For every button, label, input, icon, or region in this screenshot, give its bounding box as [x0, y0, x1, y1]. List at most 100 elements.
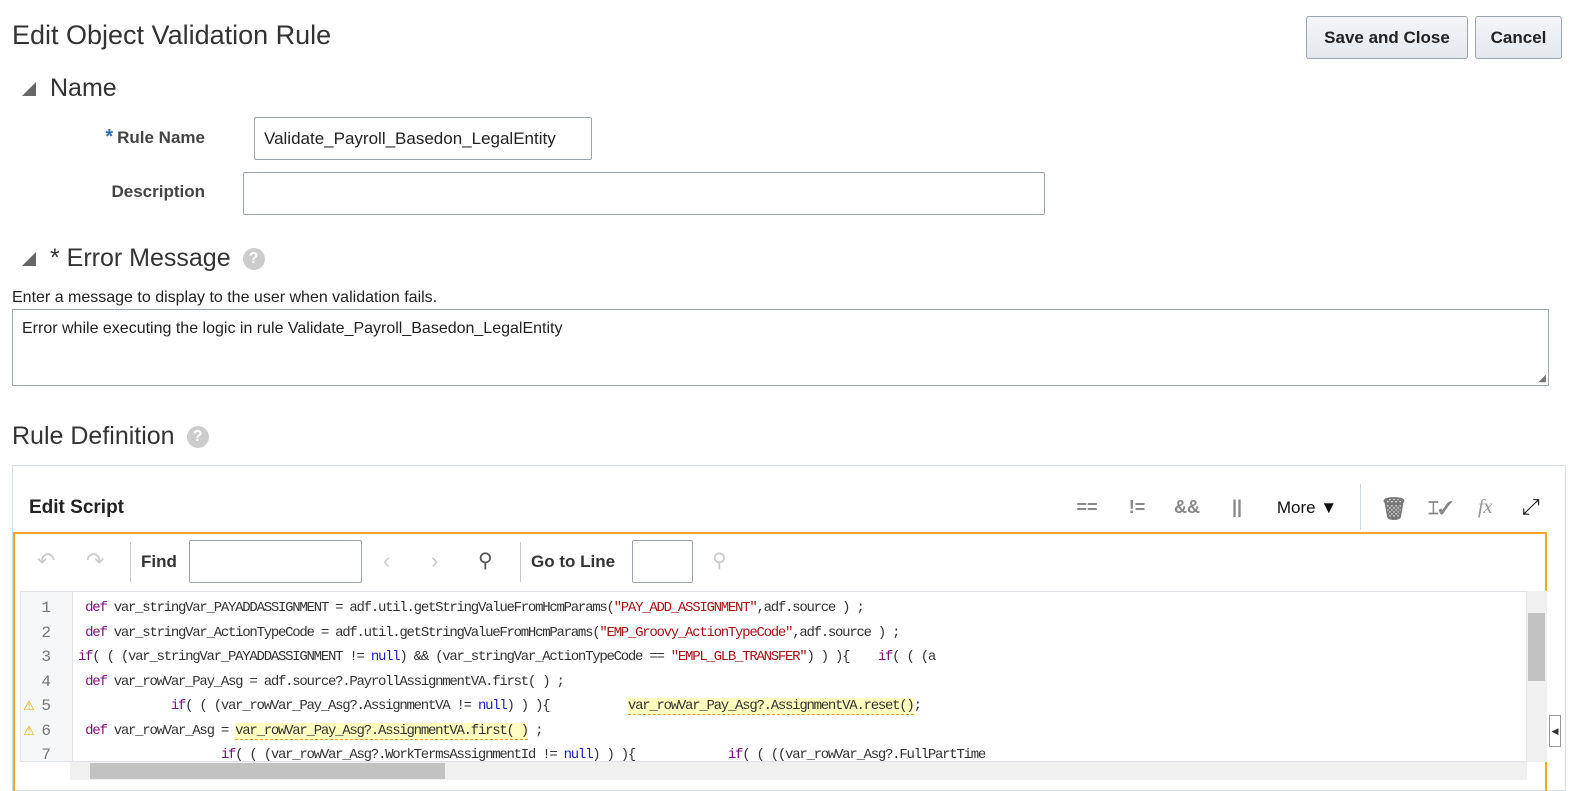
code-text: def var_rowVar_Pay_Asg = adf.source?.Pay…	[78, 673, 565, 690]
code-line: 3 if( ( (var_stringVar_PAYADDASSIGNMENT !…	[21, 645, 936, 669]
code-token: var_rowVar_Pay_Asg = adf.source?.Payroll…	[106, 673, 565, 690]
line-number: 3	[41, 648, 51, 666]
label-text: Rule Name	[117, 128, 205, 147]
scrollbar-thumb[interactable]	[90, 763, 445, 779]
code-text: def var_rowVar_Asg = var_rowVar_Pay_Asg?…	[78, 722, 544, 740]
rule-definition-header: Rule Definition?	[12, 422, 209, 451]
code-token: ;	[527, 722, 543, 739]
warning-highlight: var_rowVar_Pay_Asg?.AssignmentVA.reset()	[627, 698, 915, 715]
code-line: ⚠ 6 def var_rowVar_Asg = var_rowVar_Pay_A…	[21, 719, 544, 743]
code-token: var_stringVar_PAYADDASSIGNMENT = adf.uti…	[106, 600, 615, 616]
section-title: Name	[50, 74, 117, 102]
collapse-icon[interactable]	[22, 81, 36, 96]
find-previous-icon[interactable]: ‹	[383, 548, 390, 574]
code-token: if	[727, 747, 744, 762]
error-message-text: Error while executing the logic in rule …	[22, 320, 563, 337]
line-number: 6	[41, 721, 51, 740]
collapse-icon[interactable]	[22, 251, 36, 266]
warning-icon: ⚠	[23, 698, 35, 713]
code-token: def	[85, 722, 108, 739]
code-token: var_rowVar_Asg =	[106, 722, 236, 739]
horizontal-scrollbar[interactable]	[70, 762, 1527, 780]
code-line: 2 def var_stringVar_ActionTypeCode = adf…	[21, 621, 900, 645]
code-token: ) ) ){	[592, 747, 728, 762]
code-token: ( ( (var_rowVar_Asg?.WorkTermsAssignment…	[235, 747, 564, 762]
code-token: "EMP_Groovy_ActionTypeCode"	[599, 624, 793, 641]
line-number: 5	[41, 697, 51, 715]
edit-script-title: Edit Script	[29, 497, 125, 518]
code-token: ;	[913, 698, 922, 714]
code-token: if	[78, 649, 94, 665]
code-token: if	[170, 698, 187, 714]
toolbar-divider	[520, 542, 521, 582]
find-next-icon[interactable]: ›	[431, 548, 438, 574]
vertical-scrollbar[interactable]	[1527, 591, 1547, 762]
find-input[interactable]	[189, 540, 362, 583]
delete-icon[interactable]: 🗑	[1380, 496, 1408, 522]
code-token: def	[85, 600, 108, 616]
error-message-section-header[interactable]: * Error Message?	[22, 244, 265, 273]
or-operator-button[interactable]: ||	[1212, 497, 1262, 518]
code-token: ( ( ((var_rowVar_Asg?.FullPartTime	[742, 747, 986, 762]
code-text: def var_stringVar_PAYADDASSIGNMENT = adf…	[78, 600, 865, 616]
line-number: 1	[41, 599, 51, 617]
function-icon[interactable]: fx	[1478, 496, 1492, 519]
line-number: 7	[41, 746, 51, 762]
cancel-button[interactable]: Cancel	[1475, 16, 1562, 59]
code-line: 4 def var_rowVar_Pay_Asg = adf.source?.P…	[21, 670, 565, 694]
code-text: def var_stringVar_ActionTypeCode = adf.u…	[78, 624, 900, 641]
code-token: var_stringVar_ActionTypeCode = adf.util.…	[106, 624, 601, 641]
rule-name-input[interactable]: Validate_Payroll_Basedon_LegalEntity	[254, 117, 592, 160]
code-text: if( ( (var_rowVar_Pay_Asg?.AssignmentVA …	[78, 698, 922, 715]
more-menu-button[interactable]: More ▼	[1262, 498, 1352, 518]
section-title: * Error Message	[50, 244, 231, 272]
expand-icon[interactable]: ⤢	[1522, 494, 1540, 520]
code-token: "EMPL_GLB_TRANSFER"	[670, 649, 808, 665]
error-instruction: Enter a message to display to the user w…	[12, 289, 438, 306]
line-number: 4	[41, 672, 51, 691]
warning-highlight: var_rowVar_Pay_Asg?.AssignmentVA.first( …	[235, 722, 529, 740]
name-section-header[interactable]: Name	[22, 74, 117, 103]
redo-icon[interactable]: ↷	[86, 548, 104, 574]
scrollbar-thumb[interactable]	[1528, 613, 1545, 681]
code-token: if	[220, 747, 237, 762]
not-equals-operator-button[interactable]: !=	[1112, 497, 1162, 518]
code-token: ( ( (a	[892, 649, 936, 665]
validate-icon[interactable]: ⌶✓	[1428, 498, 1452, 519]
code-token: ,adf.source ) ;	[792, 624, 900, 641]
code-token: if	[877, 649, 894, 665]
help-icon[interactable]: ?	[186, 425, 209, 448]
code-token: ( ( (var_rowVar_Pay_Asg?.AssignmentVA !=	[185, 698, 478, 714]
warning-icon: ⚠	[23, 722, 35, 738]
code-area[interactable]: 1 def var_stringVar_PAYADDASSIGNMENT = a…	[20, 591, 1527, 762]
go-to-line-input[interactable]	[632, 540, 693, 583]
undo-icon[interactable]: ↶	[37, 548, 55, 574]
code-token: ) && (var_stringVar_ActionTypeCode ==	[399, 649, 671, 665]
description-input[interactable]	[243, 172, 1045, 215]
search-icon[interactable]: ⚲	[478, 548, 493, 573]
toolbar-divider	[1360, 484, 1361, 530]
required-mark: *	[105, 126, 114, 148]
section-title: Rule Definition	[12, 422, 175, 450]
go-to-line-label: Go to Line	[531, 552, 616, 571]
code-token: def	[85, 673, 108, 690]
code-text: if( ( (var_stringVar_PAYADDASSIGNMENT !=…	[78, 649, 936, 665]
code-token: ,adf.source ) ;	[756, 600, 864, 616]
code-line: 7 if( ( (var_rowVar_Asg?.WorkTermsAssign…	[21, 743, 986, 762]
save-and-close-button[interactable]: Save and Close	[1306, 16, 1468, 59]
description-label: Description	[111, 182, 205, 201]
code-line: ⚠ 5 if( ( (var_rowVar_Pay_Asg?.Assignment…	[21, 694, 922, 718]
line-number: 2	[41, 623, 51, 642]
code-text: if( ( (var_rowVar_Asg?.WorkTermsAssignme…	[78, 747, 986, 762]
resize-handle-icon[interactable]: ◢	[1538, 373, 1546, 384]
code-token: null	[370, 649, 401, 665]
code-line: 1 def var_stringVar_PAYADDASSIGNMENT = a…	[21, 596, 864, 620]
go-to-line-search-icon[interactable]: ⚲	[712, 548, 727, 573]
error-message-textarea[interactable]: Error while executing the logic in rule …	[12, 309, 1549, 386]
equals-operator-button[interactable]: ==	[1062, 497, 1112, 518]
collapse-panel-handle[interactable]: ◀	[1549, 715, 1561, 747]
and-operator-button[interactable]: &&	[1162, 497, 1212, 518]
help-icon[interactable]: ?	[242, 247, 265, 270]
